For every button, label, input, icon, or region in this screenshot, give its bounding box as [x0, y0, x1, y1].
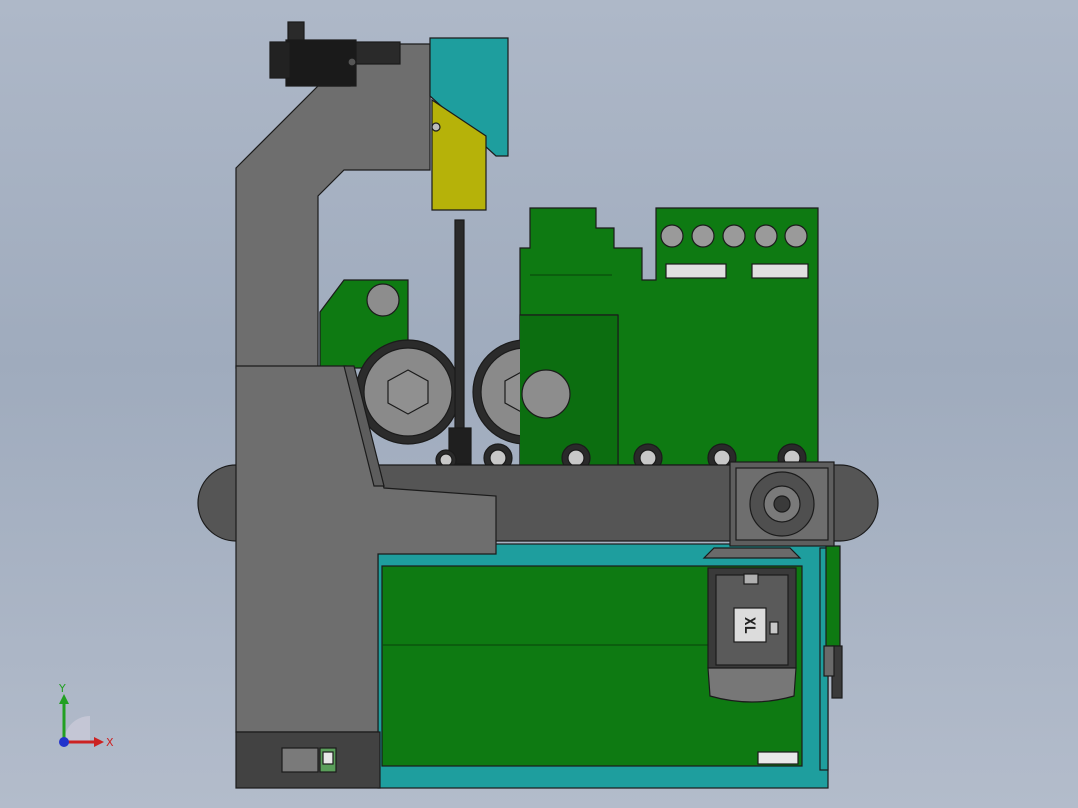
- right-side-plate: [825, 545, 841, 647]
- left-plate-hole: [366, 283, 400, 317]
- indicator-5: [784, 224, 808, 248]
- cad-viewport[interactable]: [0, 0, 1078, 808]
- indicator-3: [722, 224, 746, 248]
- motor-nameplate-text-layer: XL: [741, 617, 757, 634]
- indicator-4: [754, 224, 778, 248]
- cabinet-label-plate: [757, 751, 799, 765]
- motor-nameplate-label: XL: [741, 617, 757, 634]
- indicator-2: [691, 224, 715, 248]
- triad-x-label: X: [106, 736, 114, 749]
- triad-y-label: Y: [58, 684, 66, 695]
- control-box: [281, 747, 319, 773]
- body-hole: [521, 369, 571, 419]
- motor-end-cap: [707, 667, 797, 703]
- servo-motor-body: [285, 39, 357, 87]
- motor-cap-top: [702, 547, 802, 559]
- vertical-shaft: [454, 219, 465, 429]
- slot-right: [751, 263, 809, 279]
- coordinate-triad: Y X: [58, 684, 114, 749]
- indicator-1: [660, 224, 684, 248]
- slot-left: [665, 263, 727, 279]
